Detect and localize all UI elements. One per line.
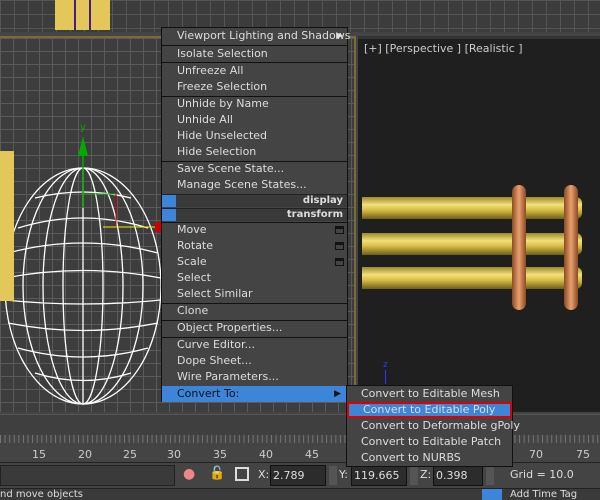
settings-box-icon [335, 226, 344, 234]
menu-item-scale[interactable]: Scale [162, 254, 347, 270]
x-field[interactable]: 2.789 [270, 465, 326, 486]
settings-box-icon [335, 258, 344, 266]
y-axis-arrow-icon [78, 136, 88, 156]
menu-item-unfreeze-all[interactable]: Unfreeze All [162, 63, 347, 79]
axis-label-z: z [383, 360, 388, 370]
rod-3 [362, 267, 582, 289]
menu-item-isolate-selection[interactable]: Isolate Selection [162, 46, 347, 62]
submenu-arrow-icon: ▶ [334, 389, 341, 399]
tick: 45 [305, 448, 319, 461]
ring-1 [512, 185, 526, 310]
tick: 15 [32, 448, 46, 461]
menu-item-object-properties[interactable]: Object Properties... [162, 320, 347, 336]
menu-item-viewport-lighting[interactable]: Viewport Lighting and Shadows ▶ [162, 28, 350, 44]
menu-item-unhide-all[interactable]: Unhide All [162, 112, 347, 128]
menu-item-curve-editor[interactable]: Curve Editor... [162, 337, 347, 353]
menu-item-clone[interactable]: Clone [162, 303, 347, 319]
menu-item-freeze-selection[interactable]: Freeze Selection [162, 79, 347, 95]
menu-item-move[interactable]: Move [162, 222, 347, 238]
menu-item-hide-unselected[interactable]: Hide Unselected [162, 128, 347, 144]
tick: 40 [259, 448, 273, 461]
ring-2 [564, 185, 578, 310]
y-label: Y: [339, 468, 348, 481]
rod-1 [362, 197, 582, 219]
menu-item-save-scene-state[interactable]: Save Scene State... [162, 161, 347, 177]
z-spinner[interactable] [486, 466, 494, 485]
menu-item-select[interactable]: Select [162, 270, 347, 286]
menu-item-select-similar[interactable]: Select Similar [162, 286, 347, 302]
rod-2 [362, 233, 582, 255]
convert-to-submenu: Convert to Editable Mesh Convert to Edit… [346, 385, 520, 467]
grid-readout: Grid = 10.0 [510, 468, 574, 481]
absolute-mode-icon[interactable] [235, 467, 249, 481]
prompt-bar: nd move objects Add Time Tag [0, 488, 600, 500]
axis-label-y: y [80, 122, 86, 133]
quad-context-menu: Viewport Lighting and Shadows ▶ Isolate S… [161, 27, 350, 402]
menu-item-wire-parameters[interactable]: Wire Parameters... [162, 369, 347, 385]
prompt-text: nd move objects [0, 489, 83, 500]
x-label: X: [258, 468, 270, 481]
menu-item-hide-selection[interactable]: Hide Selection [162, 144, 347, 160]
viewport-label[interactable]: [+] [Perspective ] [Realistic ] [364, 42, 523, 55]
menu-item-rotate[interactable]: Rotate [162, 238, 347, 254]
tick: 35 [213, 448, 227, 461]
menu-item-unhide-by-name[interactable]: Unhide by Name [162, 96, 347, 112]
key-filter-icon[interactable] [482, 489, 502, 500]
submenu-item-editable-mesh[interactable]: Convert to Editable Mesh [347, 386, 512, 402]
tick: 30 [167, 448, 181, 461]
y-field[interactable]: 119.665 [351, 465, 407, 486]
submenu-item-editable-patch[interactable]: Convert to Editable Patch [347, 434, 512, 450]
submenu-item-editable-poly[interactable]: Convert to Editable Poly [347, 402, 512, 418]
z-label: Z: [420, 468, 432, 481]
submenu-item-deformable-gpoly[interactable]: Convert to Deformable gPoly [347, 418, 520, 434]
y-spinner[interactable] [410, 466, 418, 485]
x-spinner[interactable] [329, 466, 337, 485]
quad-transform-header: transform [162, 208, 347, 221]
lock-icon[interactable]: 🔓 [209, 466, 225, 481]
maxscript-listener[interactable] [0, 465, 175, 486]
tick: 70 [529, 448, 543, 461]
menu-item-manage-scene-states[interactable]: Manage Scene States... [162, 177, 347, 193]
z-field[interactable]: 0.398 [433, 465, 483, 486]
tick: 25 [123, 448, 137, 461]
settings-box-icon [335, 242, 344, 250]
quad-display-header: display [162, 194, 347, 207]
menu-item-convert-to[interactable]: Convert To: ▶ [162, 386, 347, 402]
submenu-item-nurbs[interactable]: Convert to NURBS [347, 450, 512, 466]
menu-item-dope-sheet[interactable]: Dope Sheet... [162, 353, 347, 369]
top-object [55, 0, 110, 30]
add-time-tag[interactable]: Add Time Tag [510, 489, 577, 500]
tick: 75 [576, 448, 590, 461]
tick: 20 [78, 448, 92, 461]
pin-icon[interactable]: ● [183, 466, 195, 482]
